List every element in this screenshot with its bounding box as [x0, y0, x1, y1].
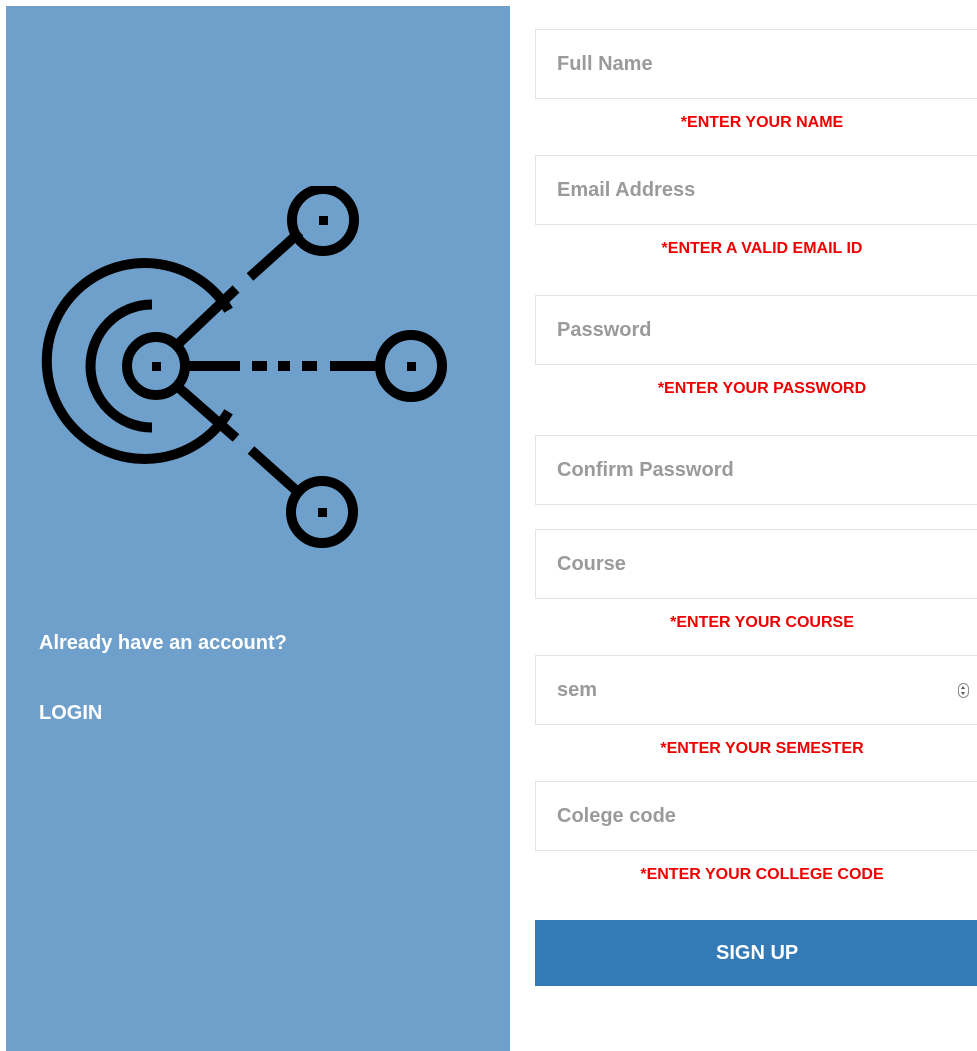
- full-name-input[interactable]: [536, 30, 977, 98]
- course-field: [535, 529, 977, 599]
- email-field: [535, 155, 977, 225]
- confirm-password-input[interactable]: [536, 436, 977, 504]
- college-code-error: *ENTER YOUR COLLEGE CODE: [640, 866, 884, 883]
- semester-input[interactable]: [536, 656, 977, 724]
- number-spinner-icon[interactable]: [958, 683, 969, 698]
- college-code-input[interactable]: [536, 782, 977, 850]
- sign-up-button[interactable]: SIGN UP: [535, 920, 977, 986]
- already-have-account-text: Already have an account?: [39, 632, 287, 654]
- course-error: *ENTER YOUR COURSE: [670, 614, 854, 631]
- course-input[interactable]: [536, 530, 977, 598]
- password-input[interactable]: [536, 296, 977, 364]
- network-radar-icon: [41, 186, 447, 548]
- semester-error: *ENTER YOUR SEMESTER: [660, 740, 864, 757]
- left-panel: Already have an account? LOGIN: [6, 6, 510, 1051]
- password-field: [535, 295, 977, 365]
- college-code-field: [535, 781, 977, 851]
- login-link[interactable]: LOGIN: [39, 702, 102, 725]
- email-error: *ENTER A VALID EMAIL ID: [661, 240, 863, 257]
- full-name-error: *ENTER YOUR NAME: [680, 114, 844, 131]
- signup-page: Already have an account? LOGIN *ENTER YO…: [0, 0, 977, 1051]
- full-name-field: [535, 29, 977, 99]
- email-input[interactable]: [536, 156, 977, 224]
- password-error: *ENTER YOUR PASSWORD: [657, 380, 867, 397]
- confirm-password-field: [535, 435, 977, 505]
- semester-field: [535, 655, 977, 725]
